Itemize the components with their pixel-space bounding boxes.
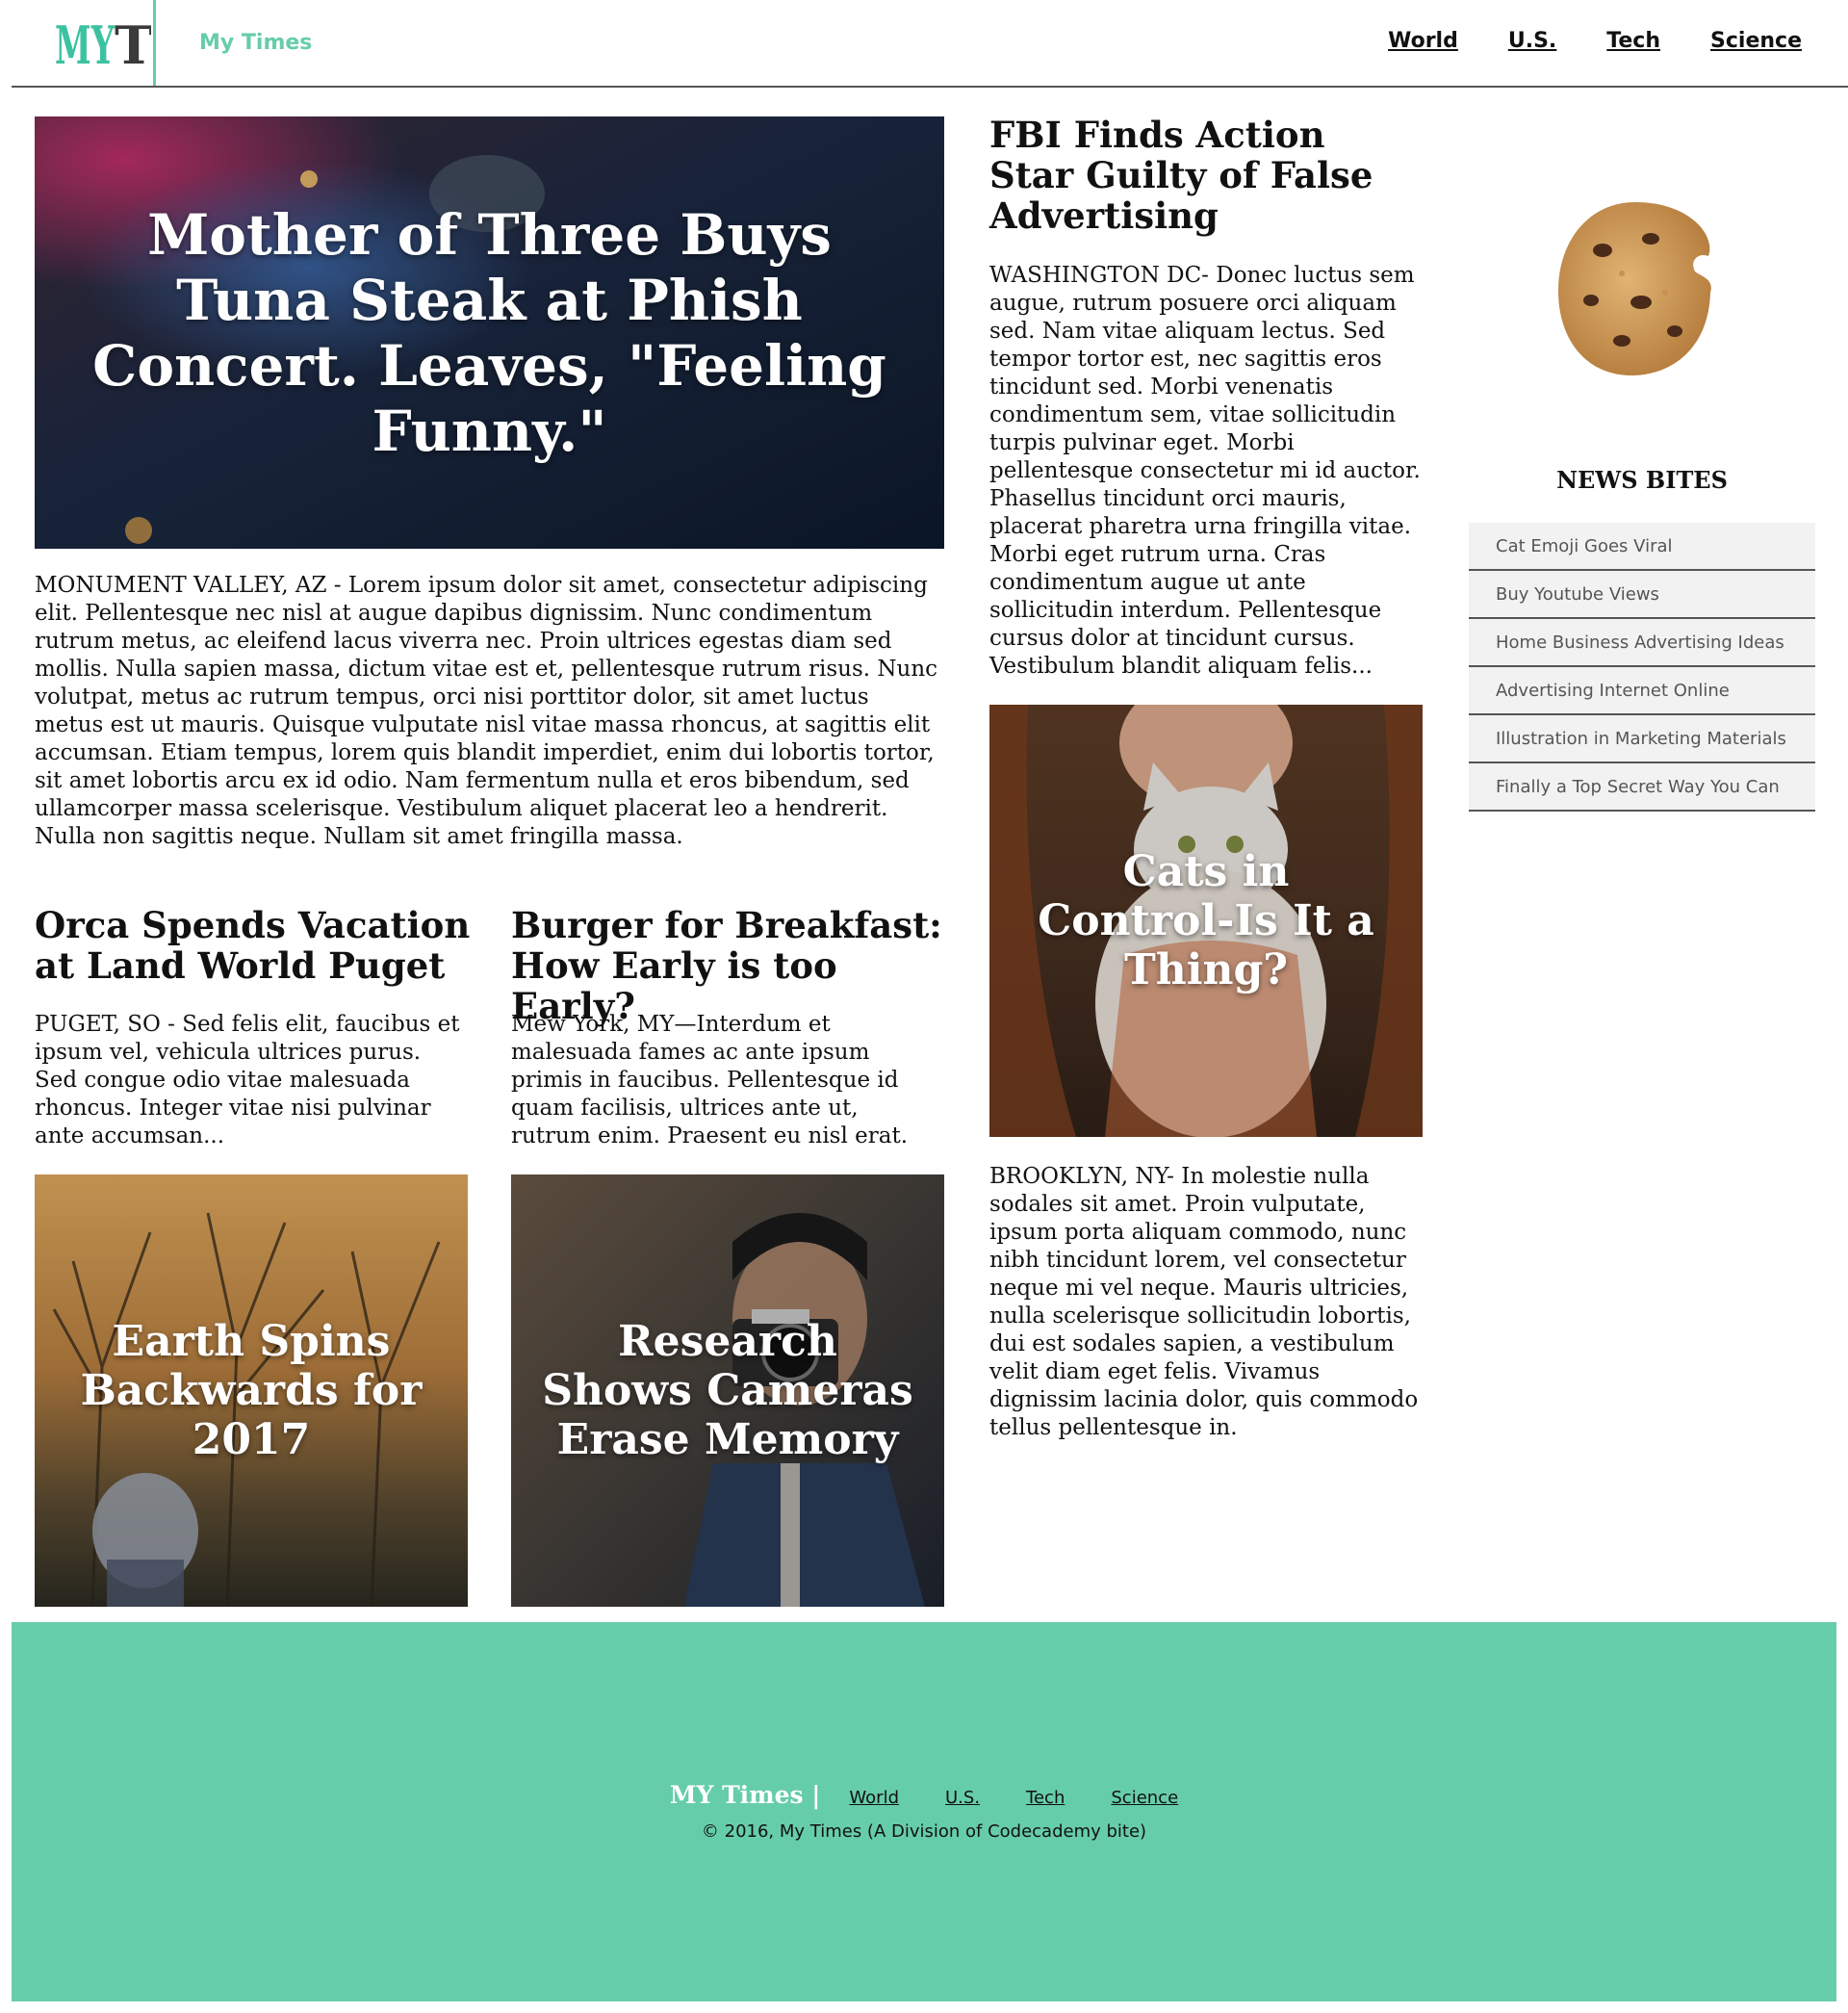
logo-t-text: T	[115, 14, 151, 73]
burger-body: Mew York, MY—Interdum et malesuada fames…	[511, 1012, 909, 1148]
nav-link-world[interactable]: World	[1388, 29, 1458, 53]
fbi-title[interactable]: FBI Finds Action Star Guilty of False Ad…	[989, 115, 1413, 236]
brand-name[interactable]: My Times	[199, 31, 312, 55]
site-header: MY T My Times World U.S. Tech Science	[12, 0, 1848, 88]
orca-body: PUGET, SO - Sed felis elit, faucibus et …	[35, 1012, 460, 1148]
research-image[interactable]: Research Shows Cameras Erase Memory	[511, 1174, 944, 1607]
research-title: Research Shows Cameras Erase Memory	[542, 1317, 913, 1464]
footer-brand: MY Times |	[669, 1781, 821, 1809]
earth-title: Earth Spins Backwards for 2017	[80, 1317, 423, 1464]
footer-line: MY Times | World U.S. Tech Science	[12, 1781, 1836, 1809]
nav-link-tech[interactable]: Tech	[1606, 29, 1660, 53]
footer-link-us[interactable]: U.S.	[945, 1788, 980, 1808]
hero-title: Mother of Three Buys Tuna Steak at Phish…	[92, 201, 886, 464]
site-footer: MY Times | World U.S. Tech Science © 201…	[12, 1622, 1836, 2001]
footer-link-tech[interactable]: Tech	[1026, 1788, 1065, 1808]
earth-image[interactable]: Earth Spins Backwards for 2017	[35, 1174, 468, 1607]
fbi-body: WASHINGTON DC- Donec luctus sem augue, r…	[989, 263, 1421, 679]
copyright: © 2016, My Times (A Division of Codecade…	[701, 1821, 1147, 1842]
news-bites-list: Cat Emoji Goes Viral Buy Youtube Views H…	[1469, 523, 1815, 812]
logo[interactable]: MY T	[55, 13, 153, 76]
logo-my-text: MY	[55, 14, 116, 73]
news-bite-item[interactable]: Advertising Internet Online	[1469, 667, 1815, 715]
hero-image[interactable]: Mother of Three Buys Tuna Steak at Phish…	[35, 116, 944, 549]
burger-title[interactable]: Burger for Breakfast: How Early is too E…	[511, 905, 954, 1026]
news-bite-item[interactable]: Buy Youtube Views	[1469, 571, 1815, 619]
footer-link-science[interactable]: Science	[1111, 1788, 1178, 1808]
news-bite-item[interactable]: Finally a Top Secret Way You Can	[1469, 763, 1815, 812]
news-bite-item[interactable]: Home Business Advertising Ideas	[1469, 619, 1815, 667]
top-nav: World U.S. Tech Science	[1388, 29, 1802, 53]
news-bite-item[interactable]: Illustration in Marketing Materials	[1469, 715, 1815, 763]
orca-title[interactable]: Orca Spends Vacation at Land World Puget	[35, 905, 477, 986]
cats-body: BROOKLYN, NY- In molestie nulla sodales …	[989, 1164, 1419, 1440]
footer-link-world[interactable]: World	[849, 1788, 899, 1808]
footer-nav: World U.S. Tech Science	[849, 1788, 1178, 1808]
news-bite-item[interactable]: Cat Emoji Goes Viral	[1469, 523, 1815, 571]
hero-body: MONUMENT VALLEY, AZ - Lorem ipsum dolor …	[35, 573, 938, 849]
nav-link-us[interactable]: U.S.	[1508, 29, 1556, 53]
nav-link-science[interactable]: Science	[1710, 29, 1802, 53]
cookie-image	[1554, 196, 1716, 379]
logo-divider	[153, 0, 156, 86]
cats-title: Cats in Control-Is It a Thing?	[1038, 847, 1374, 994]
news-bites-title: NEWS BITES	[1556, 466, 1728, 494]
cats-image[interactable]: Cats in Control-Is It a Thing?	[989, 705, 1423, 1137]
